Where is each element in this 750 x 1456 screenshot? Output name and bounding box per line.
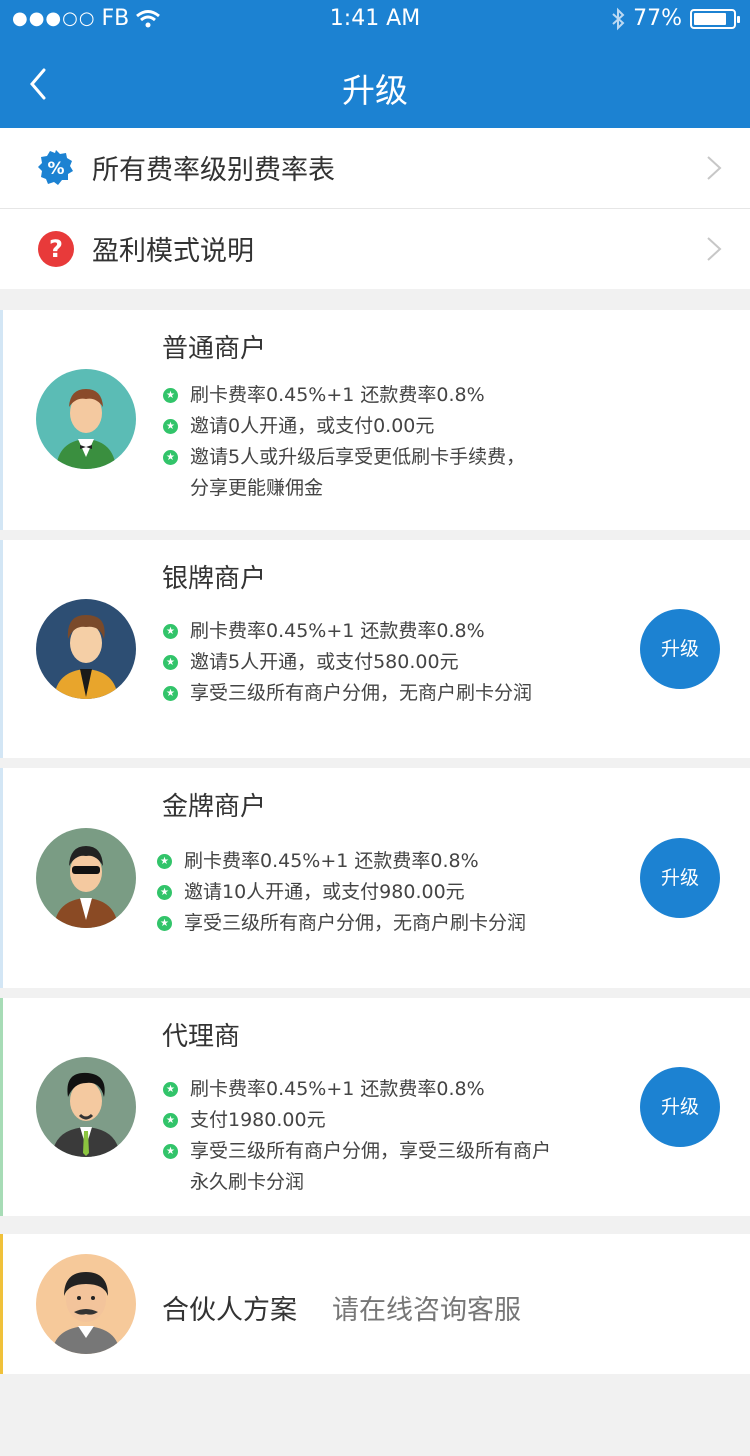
partner-plan-hint: 请在线咨询客服 <box>332 1295 521 1326</box>
tier-name: 普通商户 <box>162 334 267 364</box>
benefit-item: 邀请5人或升级后享受更低刷卡手续费， <box>163 442 525 473</box>
benefit-item-continued: 分享更能赚佣金 <box>190 477 324 499</box>
tier-card-regular: 普通商户 刷卡费率0.45%+1 还款费率0.8% 邀请0人开通，或支付0.00… <box>0 310 750 530</box>
tier-name: 银牌商户 <box>162 564 267 594</box>
star-icon <box>163 1144 178 1159</box>
tier-name: 代理商 <box>162 1022 241 1052</box>
svg-text:?: ? <box>49 235 63 263</box>
avatar-agent <box>36 1057 136 1157</box>
partner-plan-row[interactable]: 合伙人方案 请在线咨询客服 <box>0 1234 750 1374</box>
benefit-item: 享受三级所有商户分佣，无商户刷卡分润 <box>163 678 532 709</box>
tier-benefits: 刷卡费率0.45%+1 还款费率0.8% 邀请5人开通，或支付580.00元 享… <box>163 616 532 709</box>
avatar-regular-merchant <box>36 369 136 469</box>
profit-mode-label: 盈利模式说明 <box>92 236 254 267</box>
tier-benefits: 刷卡费率0.45%+1 还款费率0.8% 支付1980.00元 享受三级所有商户… <box>163 1074 551 1198</box>
benefit-item: 邀请5人开通，或支付580.00元 <box>163 647 532 678</box>
chevron-right-icon <box>707 237 722 261</box>
upgrade-button[interactable]: 升级 <box>640 838 720 918</box>
page-title: 升级 <box>342 71 408 110</box>
benefit-item: 享受三级所有商户分佣，享受三级所有商户 <box>163 1136 551 1167</box>
card-accent <box>0 540 3 758</box>
star-icon <box>157 885 172 900</box>
star-icon <box>157 916 172 931</box>
percent-badge-icon: % <box>38 150 73 185</box>
star-icon <box>163 419 178 434</box>
star-icon <box>163 686 178 701</box>
battery-icon <box>690 8 740 29</box>
card-accent <box>0 998 3 1216</box>
rate-table-label: 所有费率级别费率表 <box>92 155 335 186</box>
benefit-item: 刷卡费率0.45%+1 还款费率0.8% <box>163 616 532 647</box>
avatar-gold-merchant <box>36 828 136 928</box>
tier-card-gold: 金牌商户 刷卡费率0.45%+1 还款费率0.8% 邀请10人开通，或支付980… <box>0 768 750 988</box>
benefit-item: 刷卡费率0.45%+1 还款费率0.8% <box>163 380 525 411</box>
card-accent <box>0 1234 3 1374</box>
star-icon <box>163 388 178 403</box>
star-icon <box>163 450 178 465</box>
tier-card-silver: 银牌商户 刷卡费率0.45%+1 还款费率0.8% 邀请5人开通，或支付580.… <box>0 540 750 758</box>
battery-percent: 77% <box>633 6 682 31</box>
upgrade-button[interactable]: 升级 <box>640 609 720 689</box>
tier-card-agent: 代理商 刷卡费率0.45%+1 还款费率0.8% 支付1980.00元 享受三级… <box>0 998 750 1216</box>
profit-mode-row[interactable]: ? 盈利模式说明 <box>0 209 750 289</box>
star-icon <box>163 1113 178 1128</box>
benefit-item: 刷卡费率0.45%+1 还款费率0.8% <box>163 1074 551 1105</box>
card-accent <box>0 310 3 530</box>
benefit-item: 刷卡费率0.45%+1 还款费率0.8% <box>157 846 526 877</box>
bluetooth-icon <box>612 7 625 30</box>
card-accent <box>0 768 3 988</box>
avatar-silver-merchant <box>36 599 136 699</box>
avatar-partner <box>36 1254 136 1354</box>
tier-benefits: 刷卡费率0.45%+1 还款费率0.8% 邀请0人开通，或支付0.00元 邀请5… <box>163 380 525 504</box>
benefit-item: 邀请10人开通，或支付980.00元 <box>157 877 526 908</box>
status-right: 77% <box>611 6 740 31</box>
upgrade-button[interactable]: 升级 <box>640 1067 720 1147</box>
benefit-item: 支付1980.00元 <box>163 1105 551 1136</box>
svg-text:%: % <box>47 159 64 179</box>
tier-name: 金牌商户 <box>162 792 267 822</box>
status-bar: ●●●○○ FB 1:41 AM 77% <box>0 0 750 40</box>
tier-benefits: 刷卡费率0.45%+1 还款费率0.8% 邀请10人开通，或支付980.00元 … <box>157 846 526 939</box>
benefit-item: 邀请0人开通，或支付0.00元 <box>163 411 525 442</box>
question-mark-icon: ? <box>38 231 74 267</box>
star-icon <box>157 854 172 869</box>
chevron-right-icon <box>707 156 722 180</box>
star-icon <box>163 624 178 639</box>
nav-bar: 升级 <box>0 40 750 128</box>
star-icon <box>163 1082 178 1097</box>
partner-plan-title: 合伙人方案 <box>162 1295 297 1326</box>
benefit-item: 享受三级所有商户分佣，无商户刷卡分润 <box>157 908 526 939</box>
rate-table-row[interactable]: % 所有费率级别费率表 <box>0 128 750 208</box>
benefit-item-continued: 永久刷卡分润 <box>190 1171 305 1193</box>
star-icon <box>163 655 178 670</box>
